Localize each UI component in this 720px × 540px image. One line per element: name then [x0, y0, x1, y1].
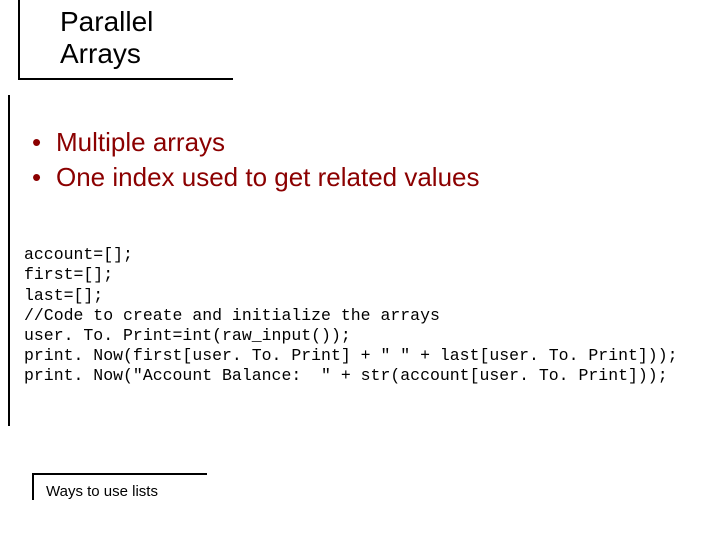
code-line: last=[];	[24, 286, 103, 305]
bullet-list: Multiple arrays One index used to get re…	[32, 125, 708, 195]
code-line: //Code to create and initialize the arra…	[24, 306, 440, 325]
footer-box: Ways to use lists	[32, 473, 207, 500]
slide-body: Multiple arrays One index used to get re…	[8, 95, 708, 426]
code-line: print. Now(first[user. To. Print] + " " …	[24, 346, 678, 365]
title-line-2: Arrays	[60, 38, 141, 69]
code-block: account=[]; first=[]; last=[]; //Code to…	[24, 225, 708, 386]
footer-text: Ways to use lists	[46, 483, 207, 500]
code-line: user. To. Print=int(raw_input());	[24, 326, 351, 345]
bullet-item: One index used to get related values	[32, 160, 708, 195]
slide: Parallel Arrays Multiple arrays One inde…	[0, 0, 720, 540]
slide-title: Parallel Arrays	[60, 6, 153, 70]
code-line: print. Now("Account Balance: " + str(acc…	[24, 366, 668, 385]
code-line: account=[];	[24, 245, 133, 264]
code-line: first=[];	[24, 265, 113, 284]
bullet-item: Multiple arrays	[32, 125, 708, 160]
title-line-1: Parallel	[60, 6, 153, 37]
